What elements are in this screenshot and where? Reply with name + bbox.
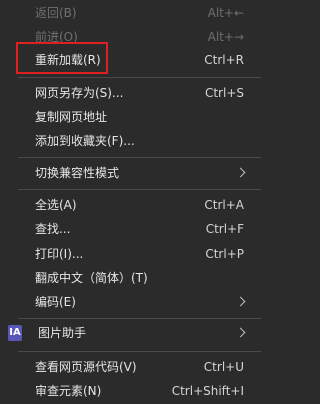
menu-item-save-as[interactable]: 网页另存为(S)... Ctrl+S <box>0 80 261 106</box>
separator <box>18 318 261 319</box>
add-favorite-label: 添加到收藏夹(F)... <box>35 134 135 148</box>
separator <box>18 77 261 78</box>
menu-item-image-helper[interactable]: IA 图片助手 <box>0 320 261 346</box>
print-label: 打印(I)... <box>35 247 84 261</box>
image-helper-label: 图片助手 <box>38 326 87 340</box>
copy-url-label: 复制网页地址 <box>35 110 108 124</box>
back-label: 返回(B) <box>35 6 77 20</box>
compat-label: 切换兼容性模式 <box>35 166 120 180</box>
print-shortcut: Ctrl+P <box>205 247 244 261</box>
reload-shortcut: Ctrl+R <box>204 53 244 67</box>
separator <box>18 189 261 190</box>
translate-label: 翻成中文（简体）(T) <box>35 271 148 285</box>
back-shortcut: Alt+← <box>207 6 244 20</box>
menu-item-print[interactable]: 打印(I)... Ctrl+P <box>0 241 261 267</box>
menu-item-copy-url[interactable]: 复制网页地址 <box>0 104 261 130</box>
find-label: 查找... <box>35 222 71 236</box>
select-all-shortcut: Ctrl+A <box>204 198 244 212</box>
menu-item-back[interactable]: 返回(B) Alt+← <box>0 0 261 26</box>
chevron-right-icon <box>235 327 246 338</box>
view-source-shortcut: Ctrl+U <box>203 360 244 374</box>
menu-item-encoding[interactable]: 编码(E) <box>0 289 261 315</box>
find-shortcut: Ctrl+F <box>205 222 244 236</box>
chevron-right-icon <box>235 167 246 178</box>
separator <box>18 351 261 352</box>
menu-item-view-source[interactable]: 查看网页源代码(V) Ctrl+U <box>0 354 261 380</box>
encoding-label: 编码(E) <box>35 295 76 309</box>
menu-item-inspect[interactable]: 审查元素(N) Ctrl+Shift+I <box>0 378 261 404</box>
menu-item-translate[interactable]: 翻成中文（简体）(T) <box>0 265 261 291</box>
menu-item-add-favorite[interactable]: 添加到收藏夹(F)... <box>0 128 261 154</box>
separator <box>18 157 261 158</box>
context-menu: 返回(B) Alt+← 前进(O) Alt+→ 重新加载(R) Ctrl+R 网… <box>0 0 261 404</box>
select-all-label: 全选(A) <box>35 198 77 212</box>
ia-icon: IA <box>8 325 22 341</box>
save-as-label: 网页另存为(S)... <box>35 86 124 100</box>
inspect-shortcut: Ctrl+Shift+I <box>171 384 244 398</box>
view-source-label: 查看网页源代码(V) <box>35 360 137 374</box>
menu-item-compat-mode[interactable]: 切换兼容性模式 <box>0 160 261 186</box>
menu-item-select-all[interactable]: 全选(A) Ctrl+A <box>0 192 261 218</box>
menu-item-find[interactable]: 查找... Ctrl+F <box>0 216 261 242</box>
reload-highlight-box <box>16 42 108 74</box>
save-as-shortcut: Ctrl+S <box>204 86 244 100</box>
inspect-label: 审查元素(N) <box>35 384 102 398</box>
chevron-right-icon <box>235 296 246 307</box>
